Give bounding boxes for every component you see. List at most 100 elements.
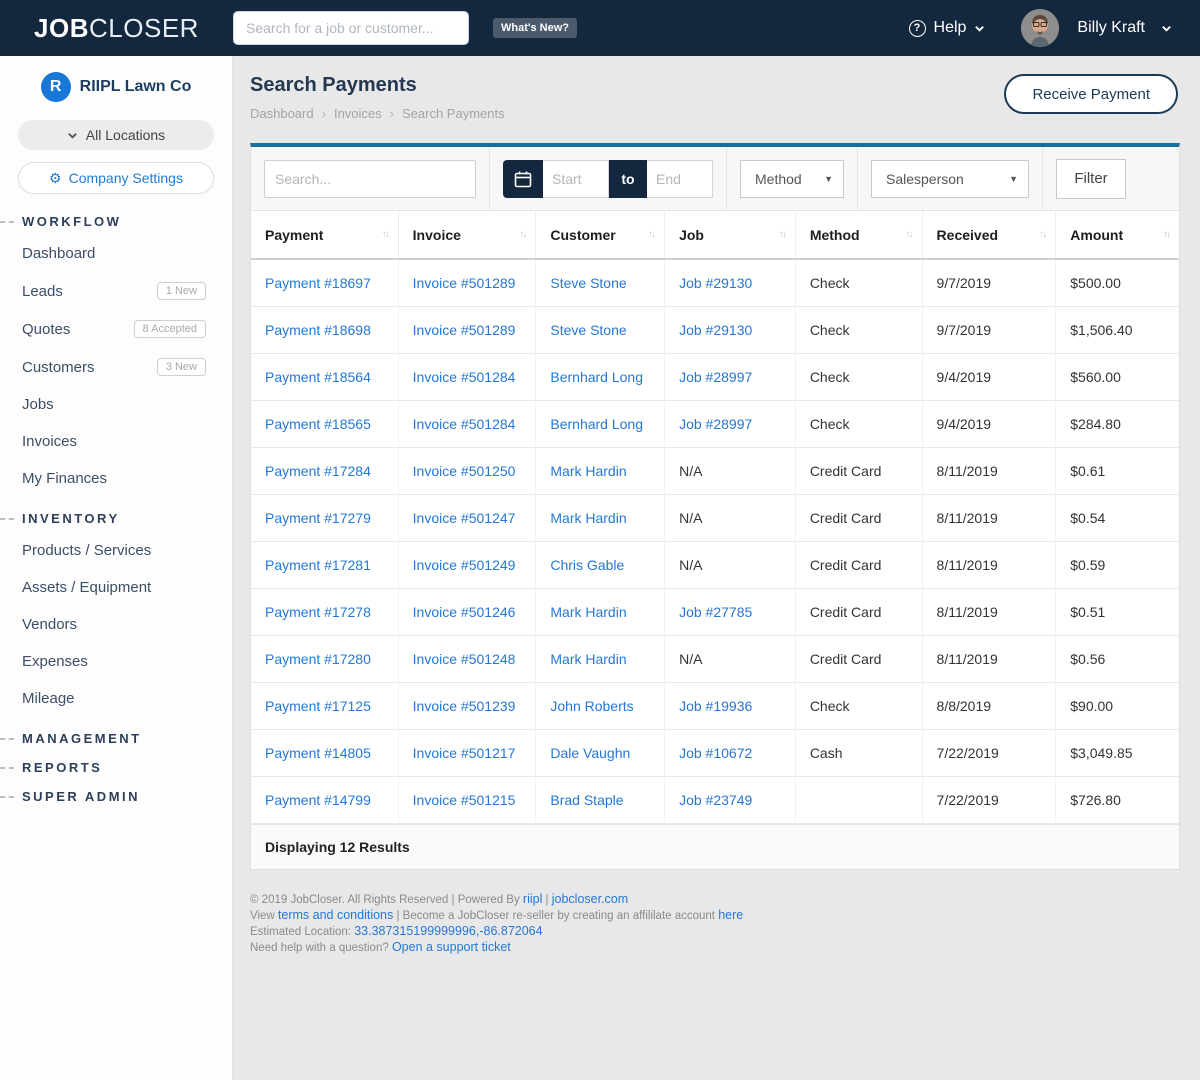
payment-link[interactable]: Payment #18697 (265, 275, 371, 291)
method-select[interactable]: Method ▼ (740, 160, 844, 198)
sidebar-item-products-services[interactable]: Products / Services (0, 532, 232, 569)
global-search-input[interactable] (233, 11, 469, 45)
footer-link[interactable]: here (718, 908, 743, 922)
section-super-admin[interactable]: SUPER ADMIN (0, 789, 232, 804)
payment-link[interactable]: Payment #14799 (265, 792, 371, 808)
table-cell: Chris Gable (536, 542, 665, 588)
customer-link[interactable]: John Roberts (550, 698, 633, 714)
footer-link[interactable]: 33.387315199999996,-86.872064 (354, 924, 542, 938)
sidebar-item-quotes[interactable]: Quotes8 Accepted (0, 310, 232, 348)
job-link[interactable]: Job #19936 (679, 698, 752, 714)
customer-link[interactable]: Mark Hardin (550, 651, 626, 667)
footer-link[interactable]: terms and conditions (278, 908, 393, 922)
sidebar-item-invoices[interactable]: Invoices (0, 423, 232, 460)
payment-link[interactable]: Payment #17281 (265, 557, 371, 573)
customer-link[interactable]: Dale Vaughn (550, 745, 630, 761)
job-link[interactable]: Job #10672 (679, 745, 752, 761)
invoice-link[interactable]: Invoice #501289 (413, 322, 516, 338)
invoice-link[interactable]: Invoice #501284 (413, 369, 516, 385)
user-avatar[interactable] (1021, 9, 1059, 47)
customer-link[interactable]: Mark Hardin (550, 604, 626, 620)
invoice-link[interactable]: Invoice #501247 (413, 510, 516, 526)
sidebar-item-leads[interactable]: Leads1 New (0, 272, 232, 310)
footer-link[interactable]: riipl (523, 892, 542, 906)
sort-icon[interactable]: ↑↓ (382, 229, 388, 240)
column-header-received[interactable]: Received↑↓ (923, 211, 1057, 258)
sort-icon[interactable]: ↑↓ (648, 229, 654, 240)
payment-link[interactable]: Payment #17280 (265, 651, 371, 667)
table-cell: Invoice #501215 (399, 777, 537, 823)
date-range-picker: to (503, 160, 713, 198)
customer-link[interactable]: Chris Gable (550, 557, 624, 573)
section-reports[interactable]: REPORTS (0, 760, 232, 775)
payment-link[interactable]: Payment #17278 (265, 604, 371, 620)
sort-icon[interactable]: ↑↓ (779, 229, 785, 240)
footer-link[interactable]: jobcloser.com (552, 892, 628, 906)
payment-link[interactable]: Payment #17284 (265, 463, 371, 479)
sidebar-item-my-finances[interactable]: My Finances (0, 460, 232, 497)
sort-icon[interactable]: ↑↓ (519, 229, 525, 240)
customer-link[interactable]: Mark Hardin (550, 463, 626, 479)
payment-link[interactable]: Payment #18698 (265, 322, 371, 338)
invoice-link[interactable]: Invoice #501246 (413, 604, 516, 620)
section-management[interactable]: MANAGEMENT (0, 731, 232, 746)
sort-icon[interactable]: ↑↓ (1163, 229, 1169, 240)
invoice-link[interactable]: Invoice #501248 (413, 651, 516, 667)
invoice-link[interactable]: Invoice #501250 (413, 463, 516, 479)
company-settings-button[interactable]: ⚙ Company Settings (18, 162, 214, 194)
payment-link[interactable]: Payment #14805 (265, 745, 371, 761)
sidebar-item-jobs[interactable]: Jobs (0, 386, 232, 423)
receive-payment-button[interactable]: Receive Payment (1004, 74, 1178, 114)
job-link[interactable]: Job #29130 (679, 322, 752, 338)
customer-link[interactable]: Bernhard Long (550, 416, 643, 432)
table-search-input[interactable] (264, 160, 476, 198)
customer-link[interactable]: Steve Stone (550, 275, 626, 291)
customer-link[interactable]: Steve Stone (550, 322, 626, 338)
filter-button[interactable]: Filter (1056, 159, 1126, 199)
payment-link[interactable]: Payment #17125 (265, 698, 371, 714)
locations-dropdown[interactable]: All Locations (18, 120, 214, 150)
column-header-invoice[interactable]: Invoice↑↓ (399, 211, 537, 258)
calendar-icon[interactable] (503, 160, 543, 198)
column-header-customer[interactable]: Customer↑↓ (536, 211, 665, 258)
column-header-job[interactable]: Job↑↓ (665, 211, 796, 258)
sidebar-item-dashboard[interactable]: Dashboard (0, 235, 232, 272)
whats-new-button[interactable]: What's New? (493, 18, 577, 38)
job-link[interactable]: Job #28997 (679, 416, 752, 432)
salesperson-select[interactable]: Salesperson ▼ (871, 160, 1029, 198)
user-name[interactable]: Billy Kraft (1077, 19, 1145, 37)
invoice-link[interactable]: Invoice #501289 (413, 275, 516, 291)
sidebar-item-customers[interactable]: Customers3 New (0, 348, 232, 386)
sidebar-item-assets-equipment[interactable]: Assets / Equipment (0, 569, 232, 606)
customer-link[interactable]: Brad Staple (550, 792, 623, 808)
payment-link[interactable]: Payment #17279 (265, 510, 371, 526)
breadcrumb-dashboard[interactable]: Dashboard (250, 106, 314, 121)
column-header-payment[interactable]: Payment↑↓ (251, 211, 399, 258)
sort-icon[interactable]: ↑↓ (906, 229, 912, 240)
breadcrumb-invoices[interactable]: Invoices (334, 106, 382, 121)
invoice-link[interactable]: Invoice #501217 (413, 745, 516, 761)
column-header-amount[interactable]: Amount↑↓ (1056, 211, 1179, 258)
sidebar-item-vendors[interactable]: Vendors (0, 606, 232, 643)
sidebar-item-expenses[interactable]: Expenses (0, 643, 232, 680)
end-date-input[interactable] (647, 160, 713, 198)
job-link[interactable]: Job #23749 (679, 792, 752, 808)
invoice-link[interactable]: Invoice #501284 (413, 416, 516, 432)
column-header-method[interactable]: Method↑↓ (796, 211, 923, 258)
start-date-input[interactable] (543, 160, 609, 198)
app-logo[interactable]: JOBCLOSER (0, 13, 233, 44)
customer-link[interactable]: Mark Hardin (550, 510, 626, 526)
help-menu[interactable]: ? Help (909, 19, 986, 37)
invoice-link[interactable]: Invoice #501249 (413, 557, 516, 573)
job-link[interactable]: Job #28997 (679, 369, 752, 385)
invoice-link[interactable]: Invoice #501215 (413, 792, 516, 808)
invoice-link[interactable]: Invoice #501239 (413, 698, 516, 714)
job-link[interactable]: Job #27785 (679, 604, 752, 620)
sidebar-item-mileage[interactable]: Mileage (0, 680, 232, 717)
payment-link[interactable]: Payment #18565 (265, 416, 371, 432)
customer-link[interactable]: Bernhard Long (550, 369, 643, 385)
job-link[interactable]: Job #29130 (679, 275, 752, 291)
payment-link[interactable]: Payment #18564 (265, 369, 371, 385)
footer-link[interactable]: Open a support ticket (392, 940, 511, 954)
sort-icon[interactable]: ↑↓ (1039, 229, 1045, 240)
